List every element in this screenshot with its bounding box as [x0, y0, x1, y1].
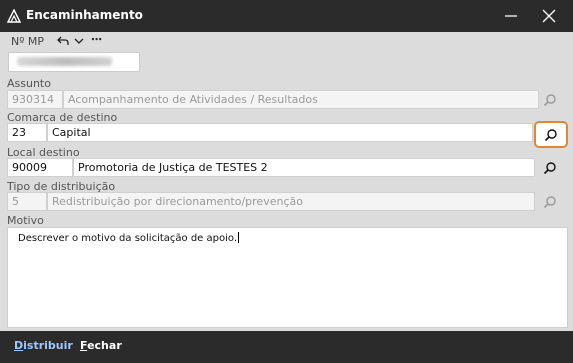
distribuir-label: istribuir	[23, 339, 73, 352]
search-icon	[544, 128, 557, 141]
search-icon	[543, 162, 556, 175]
motivo-textarea[interactable]: Descrever o motivo da solicitação de apo…	[7, 227, 568, 328]
local-description-field[interactable]: Promotoria de Justiça de TESTES 2	[73, 158, 535, 177]
assunto-description-field[interactable]: Acompanhamento de Atividades / Resultado…	[63, 90, 539, 109]
mp-number-field[interactable]	[8, 52, 140, 72]
assunto-label: Assunto	[7, 77, 51, 90]
more-options-button[interactable]: ⋯	[91, 33, 102, 46]
minimize-icon	[505, 15, 517, 17]
comarca-code-field[interactable]: 23	[7, 123, 47, 142]
text-caret	[238, 232, 239, 243]
distribuir-mnemonic: D	[14, 339, 24, 352]
assunto-code-field[interactable]: 930314	[7, 90, 63, 109]
history-dropdown[interactable]	[73, 34, 85, 48]
footer-bar: Distribuir Fechar	[0, 331, 573, 363]
undo-button[interactable]	[57, 34, 69, 48]
tipo-search-button[interactable]	[535, 191, 565, 213]
close-icon	[542, 9, 556, 23]
local-code-field[interactable]: 90009	[7, 158, 73, 177]
mp-label: Nº MP	[11, 35, 45, 48]
close-button[interactable]	[532, 4, 566, 28]
motivo-label: Motivo	[7, 214, 44, 227]
distribuir-button[interactable]: Distribuir	[14, 339, 73, 352]
motivo-text: Descrever o motivo da solicitação de apo…	[18, 233, 237, 244]
chevron-down-icon	[74, 38, 84, 44]
minimize-button[interactable]	[494, 4, 528, 28]
window-title: Encaminhamento	[26, 8, 143, 22]
search-icon	[543, 94, 556, 107]
undo-icon	[57, 36, 69, 45]
local-search-button[interactable]	[535, 157, 565, 179]
fechar-button[interactable]: Fechar	[80, 339, 122, 352]
search-icon	[543, 196, 556, 209]
app-triangle-icon	[7, 9, 21, 23]
fechar-label: echar	[87, 339, 122, 352]
tipo-code-field[interactable]: 5	[7, 192, 47, 211]
comarca-description-field[interactable]: Capital	[47, 123, 533, 142]
comarca-search-button[interactable]	[534, 121, 568, 148]
title-bar: Encaminhamento	[0, 0, 573, 32]
assunto-search-button[interactable]	[535, 89, 565, 111]
tipo-description-field[interactable]: Redistribuição por direcionamento/preven…	[47, 192, 535, 211]
redacted-value	[17, 57, 112, 66]
